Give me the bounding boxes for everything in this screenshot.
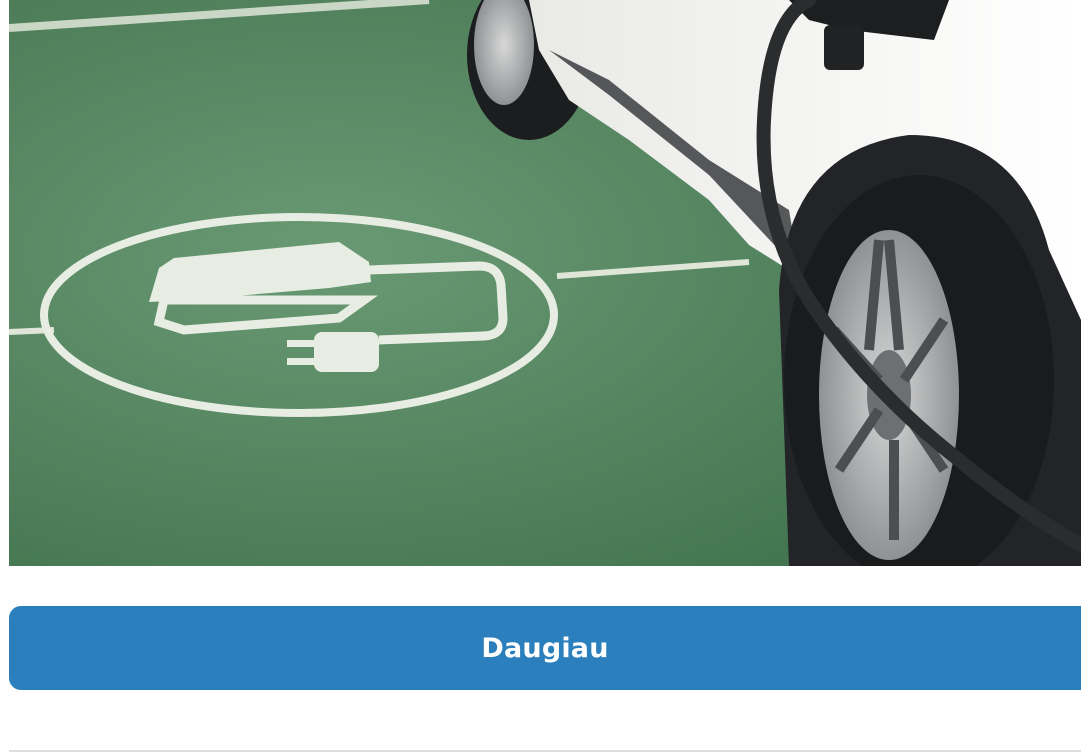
- more-button[interactable]: Daugiau: [9, 606, 1081, 690]
- page: Daugiau: [0, 0, 1081, 756]
- more-button-label: Daugiau: [481, 632, 609, 664]
- charging-connector: [824, 25, 864, 70]
- divider: [9, 750, 1081, 752]
- hero-image: [9, 0, 1081, 566]
